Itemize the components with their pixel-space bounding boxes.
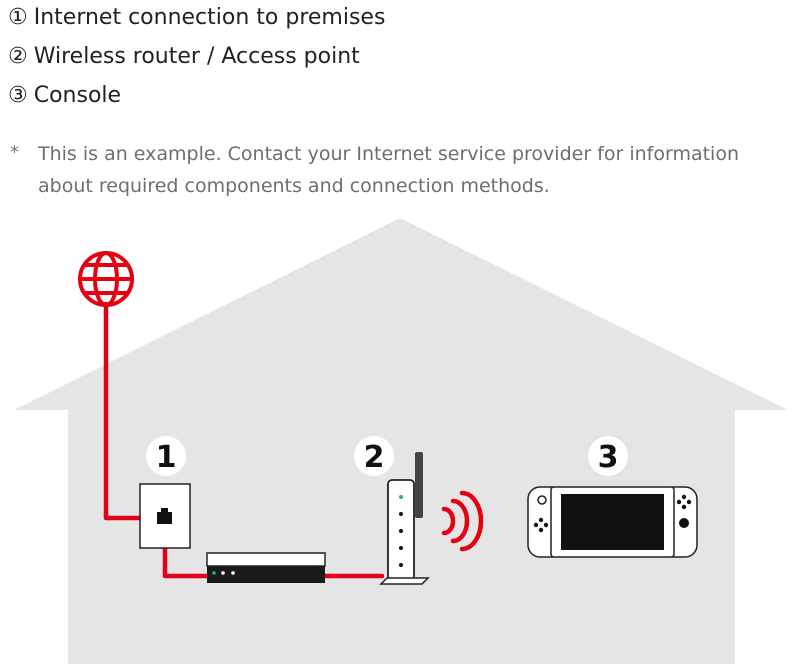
modem-icon xyxy=(206,552,326,583)
badge-internet-text: 1 xyxy=(156,440,177,475)
badge-router-text: 2 xyxy=(364,440,385,475)
globe-icon xyxy=(78,251,134,307)
badge-internet: 1 xyxy=(146,436,186,476)
wall-socket-icon xyxy=(139,483,191,549)
badge-console: 3 xyxy=(588,436,628,476)
network-diagram: 1 2 3 xyxy=(14,218,788,664)
console-icon xyxy=(527,486,698,558)
badge-console-text: 3 xyxy=(598,440,619,475)
badge-router: 2 xyxy=(354,436,394,476)
